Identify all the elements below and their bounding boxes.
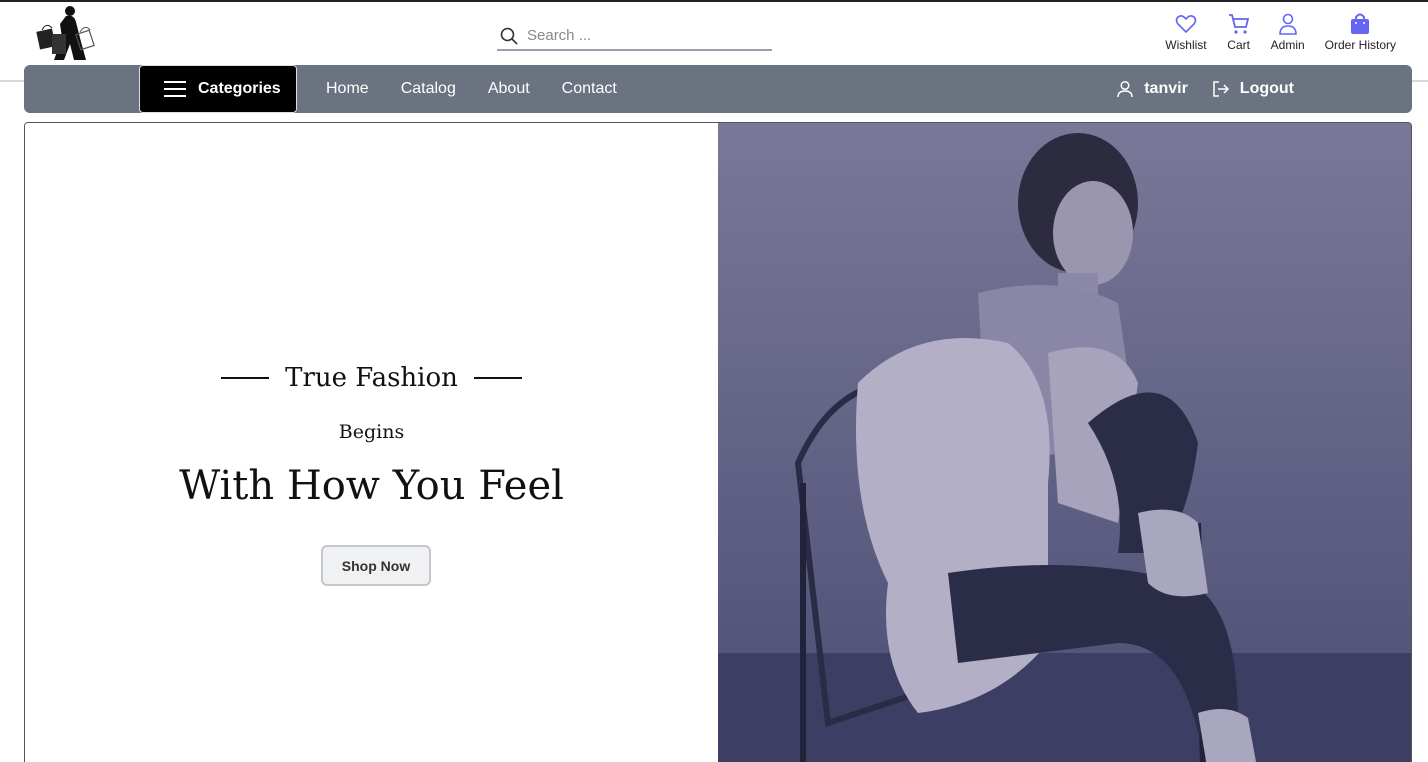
- search-bar: [497, 22, 772, 51]
- logout-button[interactable]: Logout: [1212, 80, 1294, 98]
- main-navbar: Categories Home Catalog About Contact ta…: [24, 65, 1412, 113]
- order-history-button[interactable]: Order History: [1315, 12, 1406, 52]
- hero-subtitle: Begins: [338, 421, 405, 443]
- search-input[interactable]: [527, 27, 757, 44]
- logo[interactable]: [30, 4, 96, 62]
- hero-headline: With How You Feel: [179, 463, 564, 509]
- cart-button[interactable]: Cart: [1217, 12, 1261, 52]
- categories-button[interactable]: Categories: [139, 65, 297, 113]
- shopping-lady-logo-icon: [36, 6, 95, 61]
- hero-tagline: True Fashion: [25, 363, 718, 393]
- user-icon: [1117, 80, 1133, 98]
- username: tanvir: [1144, 80, 1188, 97]
- search-icon: [500, 27, 518, 45]
- user-area: tanvir Logout: [1116, 65, 1294, 113]
- hero-banner: True Fashion Begins With How You Feel Sh…: [24, 122, 1412, 762]
- admin-label: Admin: [1270, 38, 1305, 52]
- order-history-label: Order History: [1324, 38, 1396, 52]
- cart-icon: [1228, 14, 1249, 34]
- cart-label: Cart: [1227, 38, 1250, 52]
- nav-link-home[interactable]: Home: [326, 80, 369, 98]
- heart-icon: [1175, 15, 1197, 34]
- hamburger-menu-icon: [164, 81, 186, 97]
- hero-image: [718, 123, 1411, 762]
- divider-line: [473, 377, 522, 379]
- tagline-text: True Fashion: [285, 363, 458, 393]
- shopping-bag-icon: [1351, 13, 1370, 34]
- header-actions: Wishlist Cart Admin Order History: [1155, 12, 1406, 52]
- nav-link-catalog[interactable]: Catalog: [401, 80, 456, 98]
- logout-icon: [1213, 81, 1229, 97]
- logout-label: Logout: [1239, 80, 1294, 97]
- nav-link-contact[interactable]: Contact: [562, 80, 617, 98]
- user-icon: [1278, 13, 1297, 35]
- nav-links: Home Catalog About Contact: [326, 65, 617, 113]
- admin-button[interactable]: Admin: [1261, 12, 1315, 52]
- wishlist-label: Wishlist: [1165, 38, 1207, 52]
- shop-now-button[interactable]: Shop Now: [321, 545, 431, 586]
- profile-link[interactable]: tanvir: [1116, 80, 1188, 98]
- categories-label: Categories: [198, 80, 281, 97]
- hero-text-panel: True Fashion Begins With How You Feel Sh…: [25, 123, 718, 762]
- divider-line: [221, 377, 270, 379]
- fashion-model-photo-icon: [718, 123, 1411, 762]
- wishlist-button[interactable]: Wishlist: [1155, 12, 1216, 52]
- nav-link-about[interactable]: About: [488, 80, 530, 98]
